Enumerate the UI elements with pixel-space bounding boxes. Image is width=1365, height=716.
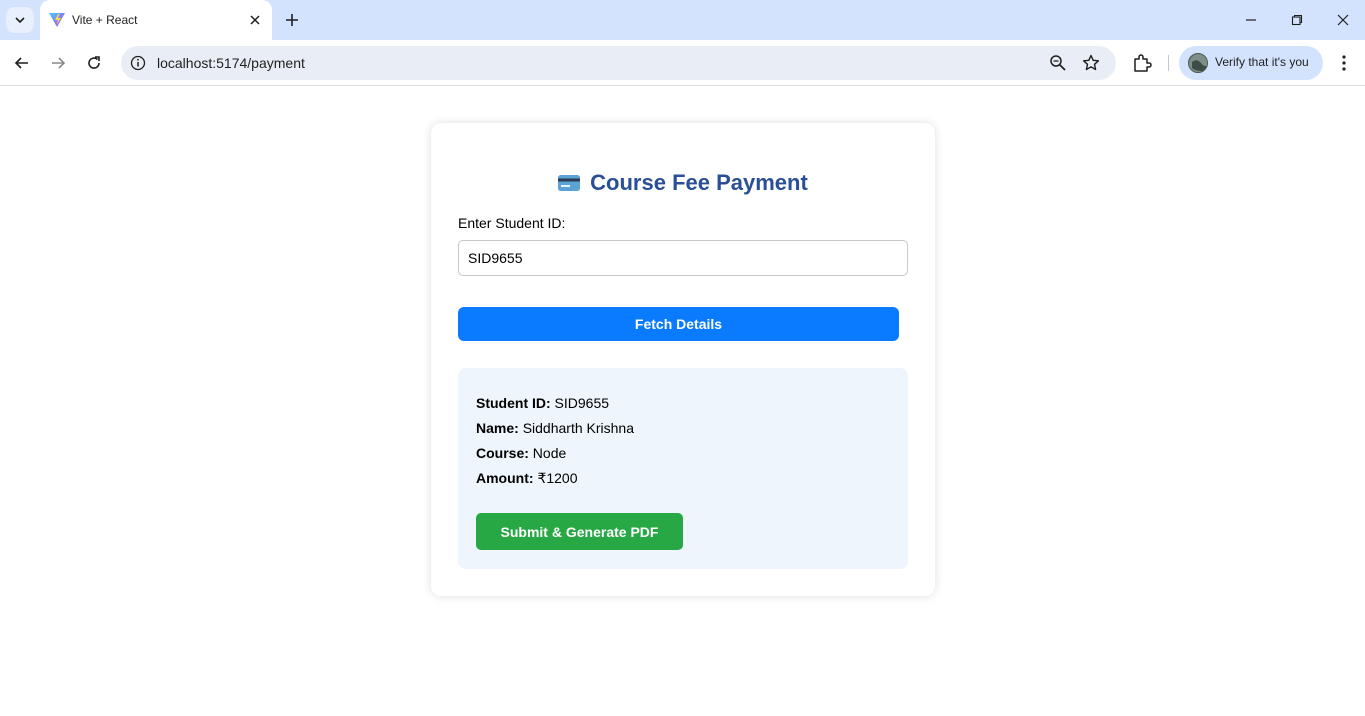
reload-button[interactable]	[82, 51, 106, 75]
student-id-label: Enter Student ID:	[458, 215, 566, 231]
credit-card-icon	[558, 175, 581, 191]
forward-button[interactable]	[46, 51, 70, 75]
tab-search-button[interactable]	[6, 7, 34, 33]
arrow-left-icon	[14, 57, 28, 69]
info-icon	[130, 55, 146, 71]
tab-close-button[interactable]	[246, 11, 264, 29]
page-title-text: Course Fee Payment	[590, 170, 808, 195]
toolbar-divider	[1168, 55, 1169, 71]
site-info-button[interactable]	[129, 54, 147, 72]
bookmark-star-icon[interactable]	[1082, 54, 1100, 72]
address-bar[interactable]: localhost:5174/payment	[121, 46, 1116, 80]
detail-amount-label: Amount:	[476, 470, 534, 486]
plus-icon	[286, 14, 298, 26]
minimize-button[interactable]	[1241, 10, 1261, 30]
detail-amount-value: ₹1200	[537, 470, 578, 486]
browser-menu-button[interactable]	[1334, 52, 1354, 74]
browser-toolbar: localhost:5174/payment Verify that it's …	[0, 40, 1365, 86]
tab-title: Vite + React	[72, 13, 138, 27]
extensions-puzzle-icon[interactable]	[1131, 52, 1153, 74]
detail-course-value: Node	[532, 445, 567, 461]
submit-generate-pdf-button[interactable]: Submit & Generate PDF	[476, 513, 683, 550]
detail-student-id-label: Student ID:	[476, 395, 551, 411]
detail-student-id: Student ID: SID9655	[476, 395, 609, 411]
vite-logo-icon	[49, 13, 65, 27]
detail-course: Course: Node	[476, 445, 566, 461]
chevron-down-icon	[15, 17, 25, 24]
new-tab-button[interactable]	[282, 10, 302, 30]
arrow-right-icon	[52, 57, 66, 69]
minimize-icon	[1246, 19, 1256, 21]
restore-button[interactable]	[1287, 10, 1307, 30]
profile-label: Verify that it's you	[1215, 55, 1309, 69]
reload-icon	[88, 56, 100, 69]
zoom-icon[interactable]	[1049, 54, 1067, 72]
close-icon	[1337, 14, 1349, 26]
more-vert-icon	[1342, 55, 1346, 71]
student-id-input[interactable]	[458, 240, 908, 276]
back-button[interactable]	[10, 51, 34, 75]
detail-amount: Amount: ₹1200	[476, 470, 578, 487]
detail-student-id-value: SID9655	[554, 395, 610, 411]
fetch-details-button[interactable]: Fetch Details	[458, 307, 899, 341]
tab-strip: Vite + React	[0, 0, 1365, 40]
browser-tab[interactable]: Vite + React	[40, 0, 272, 40]
close-icon	[250, 15, 260, 25]
close-window-button[interactable]	[1333, 10, 1353, 30]
detail-course-label: Course:	[476, 445, 529, 461]
profile-button[interactable]: Verify that it's you	[1179, 46, 1323, 80]
detail-name-label: Name:	[476, 420, 519, 436]
restore-icon	[1291, 14, 1303, 26]
globe-avatar-icon	[1189, 54, 1207, 72]
detail-name: Name: Siddharth Krishna	[476, 420, 634, 436]
url-text[interactable]: localhost:5174/payment	[157, 55, 305, 71]
payment-card: Course Fee Payment Enter Student ID: Fet…	[431, 123, 935, 596]
student-details-panel: Student ID: SID9655 Name: Siddharth Kris…	[458, 368, 908, 569]
detail-name-value: Siddharth Krishna	[522, 420, 634, 436]
avatar	[1188, 53, 1208, 73]
page-title: Course Fee Payment	[431, 170, 935, 196]
